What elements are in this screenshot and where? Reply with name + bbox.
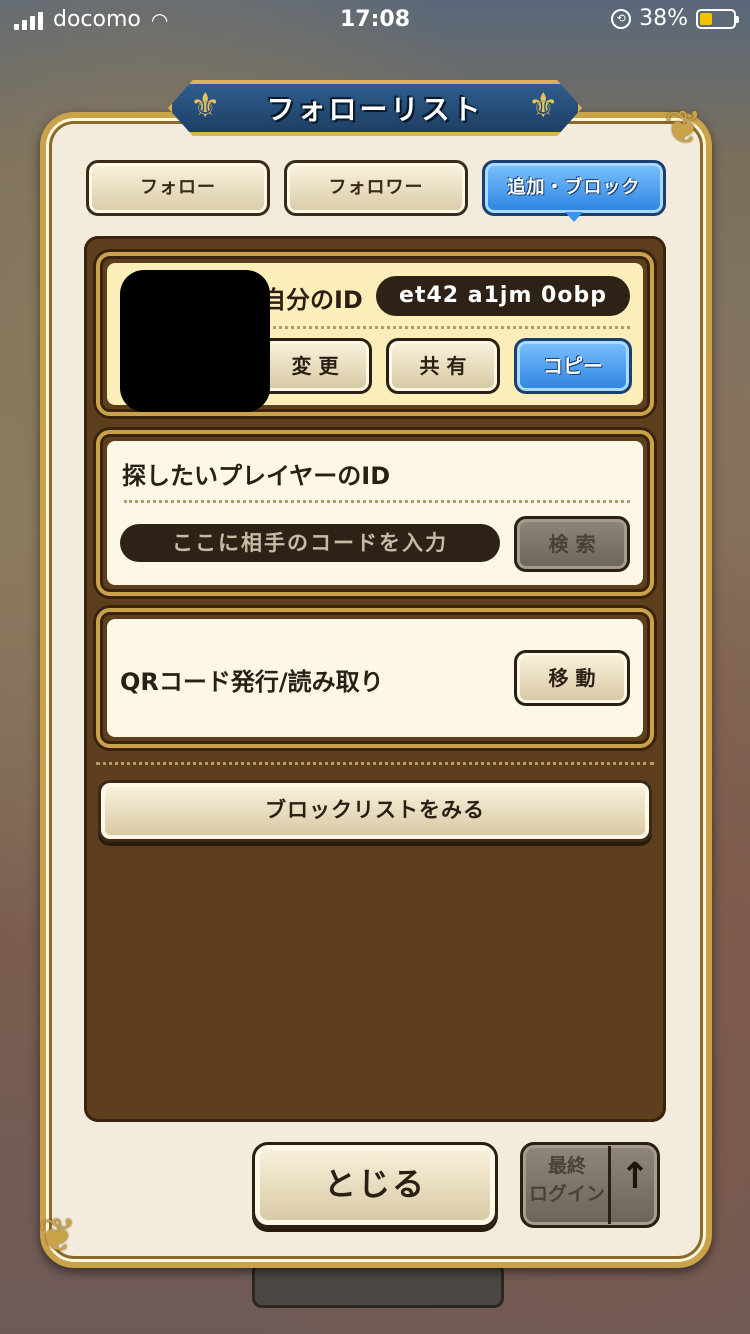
dialog-title: フォローリスト (266, 93, 484, 126)
corner-ornament-icon: ❦ (38, 1208, 77, 1262)
qr-label: QRコード発行/読み取り (120, 668, 384, 696)
share-button[interactable]: 共 有 (386, 338, 500, 394)
dotted-divider (124, 500, 630, 503)
tab-follow[interactable]: フォロー (86, 160, 270, 216)
close-button[interactable]: とじる (252, 1142, 498, 1228)
sort-label: 最終 ログイン (524, 1152, 610, 1208)
sort-label-line2: ログイン (528, 1183, 605, 1205)
rotation-lock-icon: ⟲ (611, 8, 632, 29)
my-id-value: et42 a1jm 0obp (376, 276, 630, 316)
active-tab-indicator (565, 212, 583, 222)
corner-ornament-icon: ❦ (664, 100, 703, 154)
status-bar: docomo ◠ 17:08 ⟲ 38% (0, 0, 750, 40)
sort-label-line1: 最終 (547, 1155, 586, 1177)
my-id-label: 自分のID (262, 286, 363, 314)
battery-icon (696, 8, 739, 29)
dotted-divider (96, 762, 654, 765)
player-code-input[interactable]: ここに相手のコードを入力 (120, 524, 500, 562)
battery-percent: 38% (639, 6, 688, 31)
move-button[interactable]: 移 動 (514, 650, 630, 706)
copy-button[interactable]: コピー (514, 338, 632, 394)
tab-add-block[interactable]: 追加・ブロック (482, 160, 666, 216)
search-heading: 探したいプレイヤーのID (122, 462, 391, 490)
search-button[interactable]: 検 索 (514, 516, 630, 572)
background-button (252, 1262, 504, 1308)
change-button[interactable]: 変 更 (258, 338, 372, 394)
sort-direction-arrow-icon[interactable]: ↑ (612, 1156, 658, 1197)
tab-followers[interactable]: フォロワー (284, 160, 468, 216)
view-blocklist-button[interactable]: ブロックリストをみる (98, 780, 652, 842)
avatar (120, 270, 270, 412)
sort-divider (608, 1146, 611, 1224)
